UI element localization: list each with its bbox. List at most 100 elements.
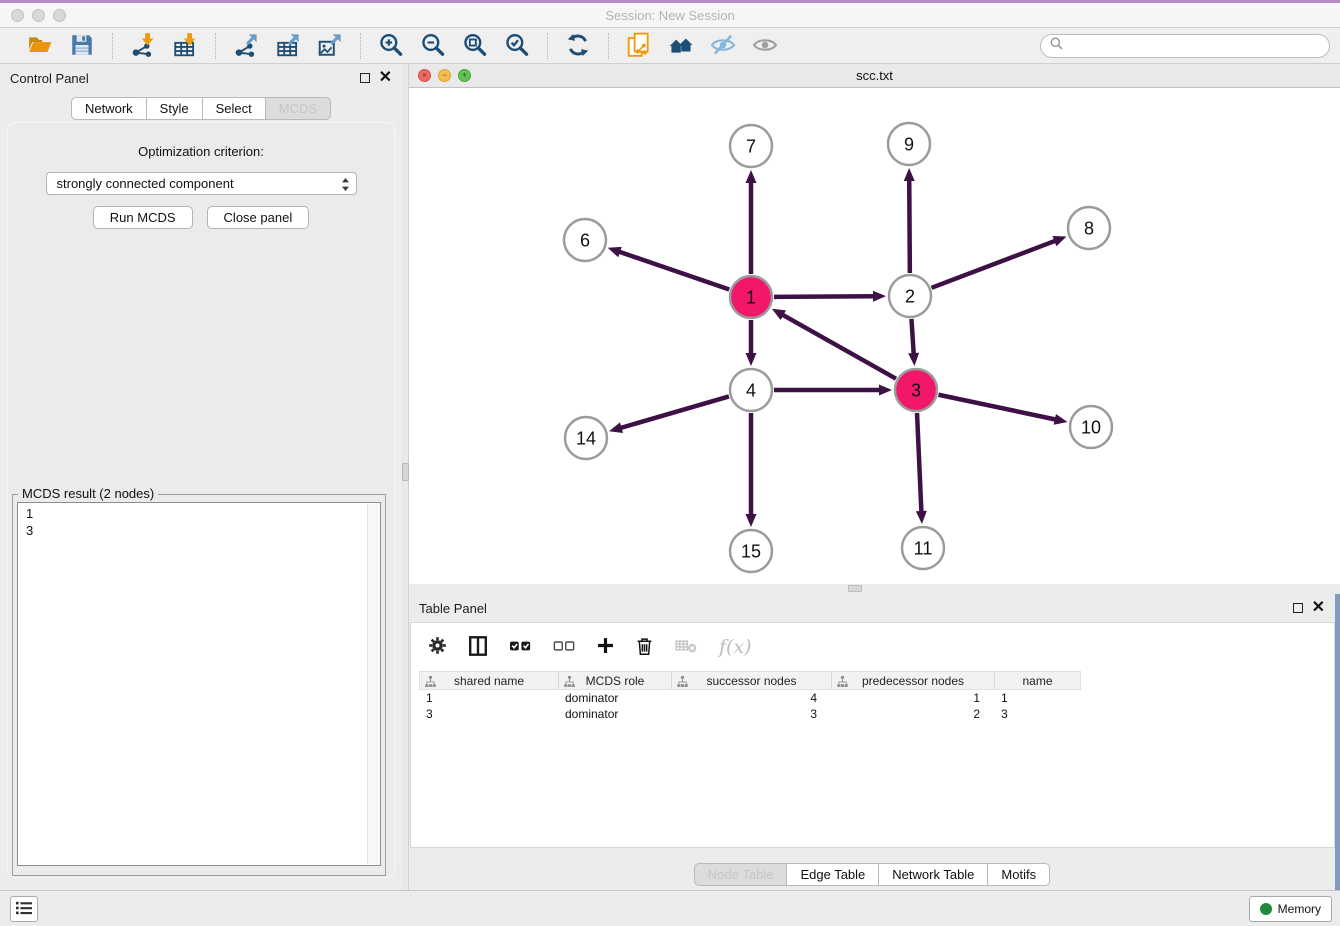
zoom-selected-button[interactable]	[498, 31, 536, 61]
graph-edge-3-1[interactable]	[781, 314, 895, 379]
export-network-button[interactable]	[227, 31, 265, 61]
network-window-controls[interactable]: × − +	[418, 64, 471, 87]
memory-label: Memory	[1278, 902, 1321, 916]
column-header-name[interactable]: name	[995, 672, 1080, 689]
open-file-button[interactable]	[21, 31, 59, 61]
delete-table-button[interactable]	[673, 635, 700, 659]
zoom-fit-button[interactable]	[456, 31, 494, 61]
hide-elements-button[interactable]	[704, 31, 742, 61]
optimization-criterion-dropdown[interactable]: strongly connected component	[46, 172, 357, 195]
run-mcds-button[interactable]: Run MCDS	[93, 206, 193, 229]
horizontal-splitter[interactable]	[409, 584, 1340, 594]
graph-node-label-7: 7	[746, 136, 756, 156]
tab-network-table[interactable]: Network Table	[878, 863, 988, 886]
graph-arrowhead-4-14	[609, 422, 623, 433]
tab-edge-table[interactable]: Edge Table	[786, 863, 879, 886]
table-cell[interactable]: 3	[419, 706, 558, 722]
list-icon	[15, 900, 33, 919]
splitter-grip[interactable]	[848, 585, 862, 592]
task-history-button[interactable]	[10, 896, 38, 922]
column-header-mcds-role[interactable]: MCDS role	[559, 672, 672, 689]
column-visibility-button[interactable]	[467, 635, 489, 660]
table-cell[interactable]: 4	[671, 690, 831, 706]
splitter-thumb[interactable]	[402, 463, 409, 481]
graph-node-label-1: 1	[746, 287, 756, 307]
table-cell[interactable]: 2	[831, 706, 994, 722]
refresh-button[interactable]	[559, 31, 597, 61]
export-image-button[interactable]	[311, 31, 349, 61]
search-icon	[1050, 37, 1063, 55]
table-row[interactable]: 3dominator323	[419, 706, 1334, 722]
table-settings-button[interactable]	[427, 635, 448, 659]
column-header-successor-nodes[interactable]: successor nodes	[672, 672, 832, 689]
import-network-button[interactable]	[124, 31, 162, 61]
mcds-result-area[interactable]: 1 3	[17, 502, 381, 866]
result-scrollbar[interactable]	[367, 504, 379, 864]
graph-arrowhead-1-6	[608, 247, 622, 257]
close-panel-button[interactable]: Close panel	[207, 206, 310, 229]
save-session-button[interactable]	[63, 31, 101, 61]
delete-row-button[interactable]	[635, 635, 654, 660]
table-cell[interactable]: 1	[994, 690, 1079, 706]
apply-function-button[interactable]: f(x)	[719, 636, 752, 658]
window-titlebar: Session: New Session	[0, 3, 1340, 28]
table-cell[interactable]: dominator	[558, 690, 671, 706]
graph-edge-4-14[interactable]	[620, 396, 729, 428]
graph-edge-2-8[interactable]	[932, 240, 1057, 287]
zoom-in-button[interactable]	[372, 31, 410, 61]
graph-edge-3-10[interactable]	[939, 395, 1057, 420]
close-table-panel-icon[interactable]: ✕	[1312, 603, 1325, 613]
import-table-button[interactable]	[166, 31, 204, 61]
memory-button[interactable]: Memory	[1249, 896, 1332, 922]
mcds-result-title: MCDS result (2 nodes)	[18, 486, 158, 501]
tab-mcds[interactable]: MCDS	[265, 97, 331, 120]
close-panel-icon[interactable]: ✕	[379, 73, 392, 83]
close-network-icon[interactable]: ×	[418, 69, 431, 82]
tab-motifs[interactable]: Motifs	[987, 863, 1050, 886]
column-header-label: MCDS role	[586, 674, 645, 688]
graph-edge-2-9[interactable]	[909, 179, 910, 273]
zoom-out-button[interactable]	[414, 31, 452, 61]
graph-edge-1-2[interactable]	[774, 296, 875, 297]
column-header-predecessor-nodes[interactable]: predecessor nodes	[832, 672, 995, 689]
column-header-shared-name[interactable]: shared name	[420, 672, 559, 689]
network-graph[interactable]: 7968124314101511	[409, 88, 1340, 584]
minimize-network-icon[interactable]: −	[438, 69, 451, 82]
duplicate-network-button[interactable]	[620, 31, 658, 61]
tab-style[interactable]: Style	[146, 97, 203, 120]
table-cell[interactable]: 1	[419, 690, 558, 706]
graph-edge-2-3[interactable]	[911, 319, 913, 355]
select-all-button[interactable]	[508, 635, 533, 659]
graph-edge-1-6[interactable]	[618, 251, 729, 289]
export-network-icon	[233, 32, 259, 61]
table-cell[interactable]: 3	[671, 706, 831, 722]
search-input[interactable]	[1069, 39, 1320, 54]
table-cell[interactable]: dominator	[558, 706, 671, 722]
graph-edge-3-11[interactable]	[917, 413, 921, 513]
minimize-window-icon[interactable]	[32, 9, 45, 22]
graph-node-label-6: 6	[580, 230, 590, 250]
tab-node-table[interactable]: Node Table	[694, 863, 788, 886]
table-row[interactable]: 1dominator411	[419, 690, 1334, 706]
vertical-splitter[interactable]	[402, 64, 409, 890]
export-table-button[interactable]	[269, 31, 307, 61]
add-row-button[interactable]	[595, 635, 616, 659]
show-elements-button[interactable]	[746, 31, 784, 61]
graph-node-label-11: 11	[914, 538, 933, 558]
home-view-button[interactable]	[662, 31, 700, 61]
network-canvas[interactable]: 7968124314101511	[409, 88, 1340, 584]
close-window-icon[interactable]	[11, 9, 24, 22]
float-table-panel-icon[interactable]	[1293, 603, 1303, 613]
table-cell[interactable]: 1	[831, 690, 994, 706]
float-panel-icon[interactable]	[360, 73, 370, 83]
tab-network[interactable]: Network	[71, 97, 147, 120]
window-controls[interactable]	[11, 3, 66, 27]
search-field[interactable]	[1040, 34, 1330, 58]
table-tabs: Node TableEdge TableNetwork TableMotifs	[409, 863, 1335, 886]
maximize-network-icon[interactable]: +	[458, 69, 471, 82]
tab-select[interactable]: Select	[202, 97, 266, 120]
maximize-window-icon[interactable]	[53, 9, 66, 22]
table-cell[interactable]: 3	[994, 706, 1079, 722]
status-bar: Memory	[0, 890, 1340, 926]
deselect-all-button[interactable]	[552, 635, 576, 659]
